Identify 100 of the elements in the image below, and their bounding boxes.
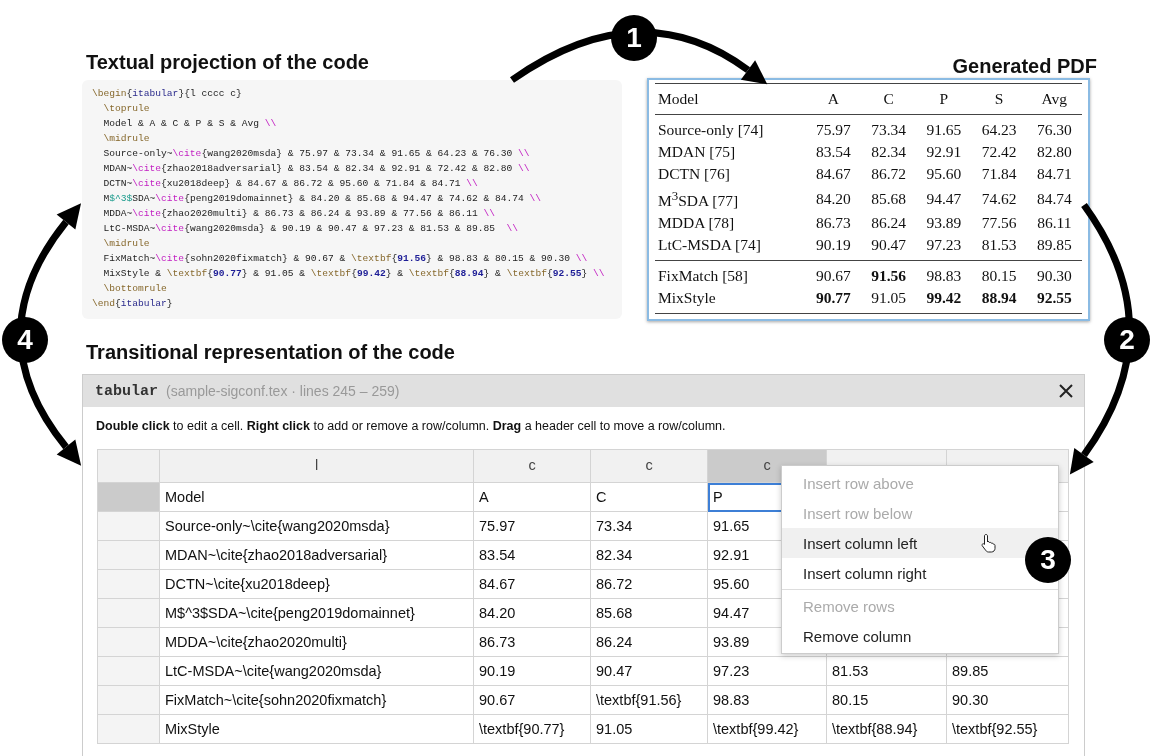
table-value: 91.05 bbox=[871, 289, 906, 307]
table-value: 86.24 bbox=[871, 214, 906, 232]
row-label: LtC-MSDA [74] bbox=[658, 236, 761, 254]
row-header[interactable] bbox=[98, 541, 160, 571]
row-label: DCTN [76] bbox=[658, 165, 730, 182]
table-cell[interactable]: 89.85 bbox=[947, 657, 1069, 687]
table-value: 92.55 bbox=[1036, 289, 1072, 307]
table-cell[interactable]: MDDA~\cite{zhao2020multi} bbox=[160, 628, 474, 658]
code-line: MixStyle & \textbf{90.77} & 91.05 & \textbf{99.42} & \textbf{88.94} & \textbf{92.55} \\ bbox=[102, 267, 605, 281]
code-line: DCTN~\cite{xu2018deep} & 84.67 & 86.72 & 95.60 & 71.84 & 84.71 \\ bbox=[102, 177, 478, 191]
table-cell[interactable]: DCTN~\cite{xu2018deep} bbox=[160, 570, 474, 600]
table-cell[interactable]: M$^3$SDA~\cite{peng2019domainnet} bbox=[160, 599, 474, 629]
row-label: M$^{3}$SDA [77] bbox=[658, 192, 739, 210]
table-cell[interactable]: 75.97 bbox=[474, 512, 591, 542]
table-value: 90.47 bbox=[871, 236, 906, 254]
table-value: 82.80 bbox=[1036, 143, 1072, 160]
table-cell[interactable]: 85.68 bbox=[591, 599, 708, 629]
table-value: 86.11 bbox=[1037, 214, 1072, 232]
table-cell[interactable]: 84.67 bbox=[474, 570, 591, 600]
row-header[interactable] bbox=[98, 512, 160, 542]
table-cell[interactable]: \textbf{92.55} bbox=[947, 715, 1069, 745]
table-cell[interactable]: 90.67 bbox=[474, 686, 591, 716]
table-cell[interactable]: MixStyle bbox=[160, 715, 474, 745]
close-button[interactable] bbox=[1058, 383, 1074, 400]
table-cell[interactable]: 84.20 bbox=[474, 599, 591, 629]
column-header: S bbox=[994, 90, 1004, 107]
table-value: 80.15 bbox=[981, 267, 1017, 285]
row-label: MDDA [78] bbox=[658, 214, 735, 232]
row-header[interactable] bbox=[98, 599, 160, 629]
row-label: FixMatch [58] bbox=[658, 267, 748, 285]
table-cell[interactable]: A bbox=[474, 483, 591, 513]
table-cell[interactable]: C bbox=[591, 483, 708, 513]
table-value: 90.77 bbox=[815, 289, 851, 307]
table-cell[interactable]: 90.19 bbox=[474, 657, 591, 687]
code-line: \bottomrule bbox=[102, 282, 167, 296]
table-cell[interactable]: 86.24 bbox=[591, 628, 708, 658]
table-value: 72.42 bbox=[981, 143, 1017, 160]
table-value: 86.73 bbox=[815, 214, 851, 232]
table-cell[interactable]: 86.73 bbox=[474, 628, 591, 658]
table-value: 82.34 bbox=[871, 143, 906, 160]
table-cell[interactable]: 91.05 bbox=[591, 715, 708, 745]
element-name: tabular bbox=[95, 382, 158, 400]
table-cell[interactable]: FixMatch~\cite{sohn2020fixmatch} bbox=[160, 686, 474, 716]
table-cell[interactable]: \textbf{91.56} bbox=[591, 686, 708, 716]
row-header[interactable] bbox=[98, 570, 160, 600]
table-cell[interactable]: Source-only~\cite{wang2020msda} bbox=[160, 512, 474, 542]
row-header[interactable] bbox=[98, 483, 160, 513]
row-header[interactable] bbox=[98, 657, 160, 687]
table-cell[interactable]: \textbf{90.77} bbox=[474, 715, 591, 745]
code-line: \toprule bbox=[102, 102, 150, 116]
row-label: MixStyle bbox=[658, 289, 716, 307]
table-value: 88.94 bbox=[981, 289, 1017, 307]
table-value: 81.53 bbox=[981, 236, 1017, 254]
table-cell[interactable]: 90.47 bbox=[591, 657, 708, 687]
section-heading: Textual projection of the code bbox=[86, 50, 369, 74]
code-line: \midrule bbox=[102, 132, 150, 146]
row-header[interactable] bbox=[98, 686, 160, 716]
table-value: 90.67 bbox=[815, 267, 851, 285]
table-value: 98.83 bbox=[926, 267, 962, 285]
table-value: 64.23 bbox=[981, 121, 1017, 138]
table-value: 91.56 bbox=[871, 267, 906, 285]
code-line: MDDA~\cite{zhao2020multi} & 86.73 & 86.24 & 93.89 & 77.56 & 86.11 \\ bbox=[102, 207, 495, 221]
table-value: 71.84 bbox=[981, 165, 1017, 182]
code-line: \begin{itabular}{l cccc c} bbox=[92, 87, 242, 101]
table-cell[interactable]: 97.23 bbox=[708, 657, 827, 687]
table-value: 83.54 bbox=[815, 143, 851, 160]
column-header: Avg bbox=[1041, 90, 1068, 107]
step-number-badge: 4 bbox=[2, 317, 48, 363]
table-value: 91.65 bbox=[926, 121, 962, 138]
table-value: 93.89 bbox=[926, 214, 962, 232]
table-cell[interactable]: 86.72 bbox=[591, 570, 708, 600]
column-header[interactable]: l bbox=[160, 450, 474, 484]
table-cell[interactable]: MDAN~\cite{zhao2018adversarial} bbox=[160, 541, 474, 571]
section-heading: Generated PDF bbox=[952, 54, 1097, 78]
table-cell[interactable]: 81.53 bbox=[827, 657, 947, 687]
table-value: 84.74 bbox=[1036, 189, 1072, 207]
table-cell[interactable]: \textbf{88.94} bbox=[827, 715, 947, 745]
table-cell[interactable]: \textbf{99.42} bbox=[708, 715, 827, 745]
table-cell[interactable]: 82.34 bbox=[591, 541, 708, 571]
table-value: 84.71 bbox=[1036, 165, 1072, 182]
table-value: 99.42 bbox=[926, 289, 962, 307]
table-cell[interactable]: 90.30 bbox=[947, 686, 1069, 716]
table-cell[interactable]: Model bbox=[160, 483, 474, 513]
table-cell[interactable]: 80.15 bbox=[827, 686, 947, 716]
table-value: 92.91 bbox=[926, 143, 962, 160]
column-header: P bbox=[939, 90, 949, 107]
table-value: 84.67 bbox=[815, 165, 851, 182]
code-line: FixMatch~\cite{sohn2020fixmatch} & 90.67 & \textbf{91.56} & 98.83 & 80.15 & 90.30 \\ bbox=[102, 252, 588, 266]
instruction-text: Double click to edit a cell. Right click to add or remove a row/column. Drag a header cell to move a row/column. bbox=[96, 418, 726, 435]
table-value: 95.60 bbox=[926, 165, 962, 182]
column-header: Model bbox=[658, 90, 699, 107]
row-header[interactable] bbox=[98, 715, 160, 745]
column-header[interactable]: c bbox=[474, 450, 591, 484]
table-cell[interactable]: 98.83 bbox=[708, 686, 827, 716]
table-value: 77.56 bbox=[981, 214, 1017, 232]
row-header[interactable] bbox=[98, 628, 160, 658]
table-cell[interactable]: 73.34 bbox=[591, 512, 708, 542]
table-cell[interactable]: 83.54 bbox=[474, 541, 591, 571]
column-header[interactable]: c bbox=[591, 450, 708, 484]
table-cell[interactable]: LtC-MSDA~\cite{wang2020msda} bbox=[160, 657, 474, 687]
